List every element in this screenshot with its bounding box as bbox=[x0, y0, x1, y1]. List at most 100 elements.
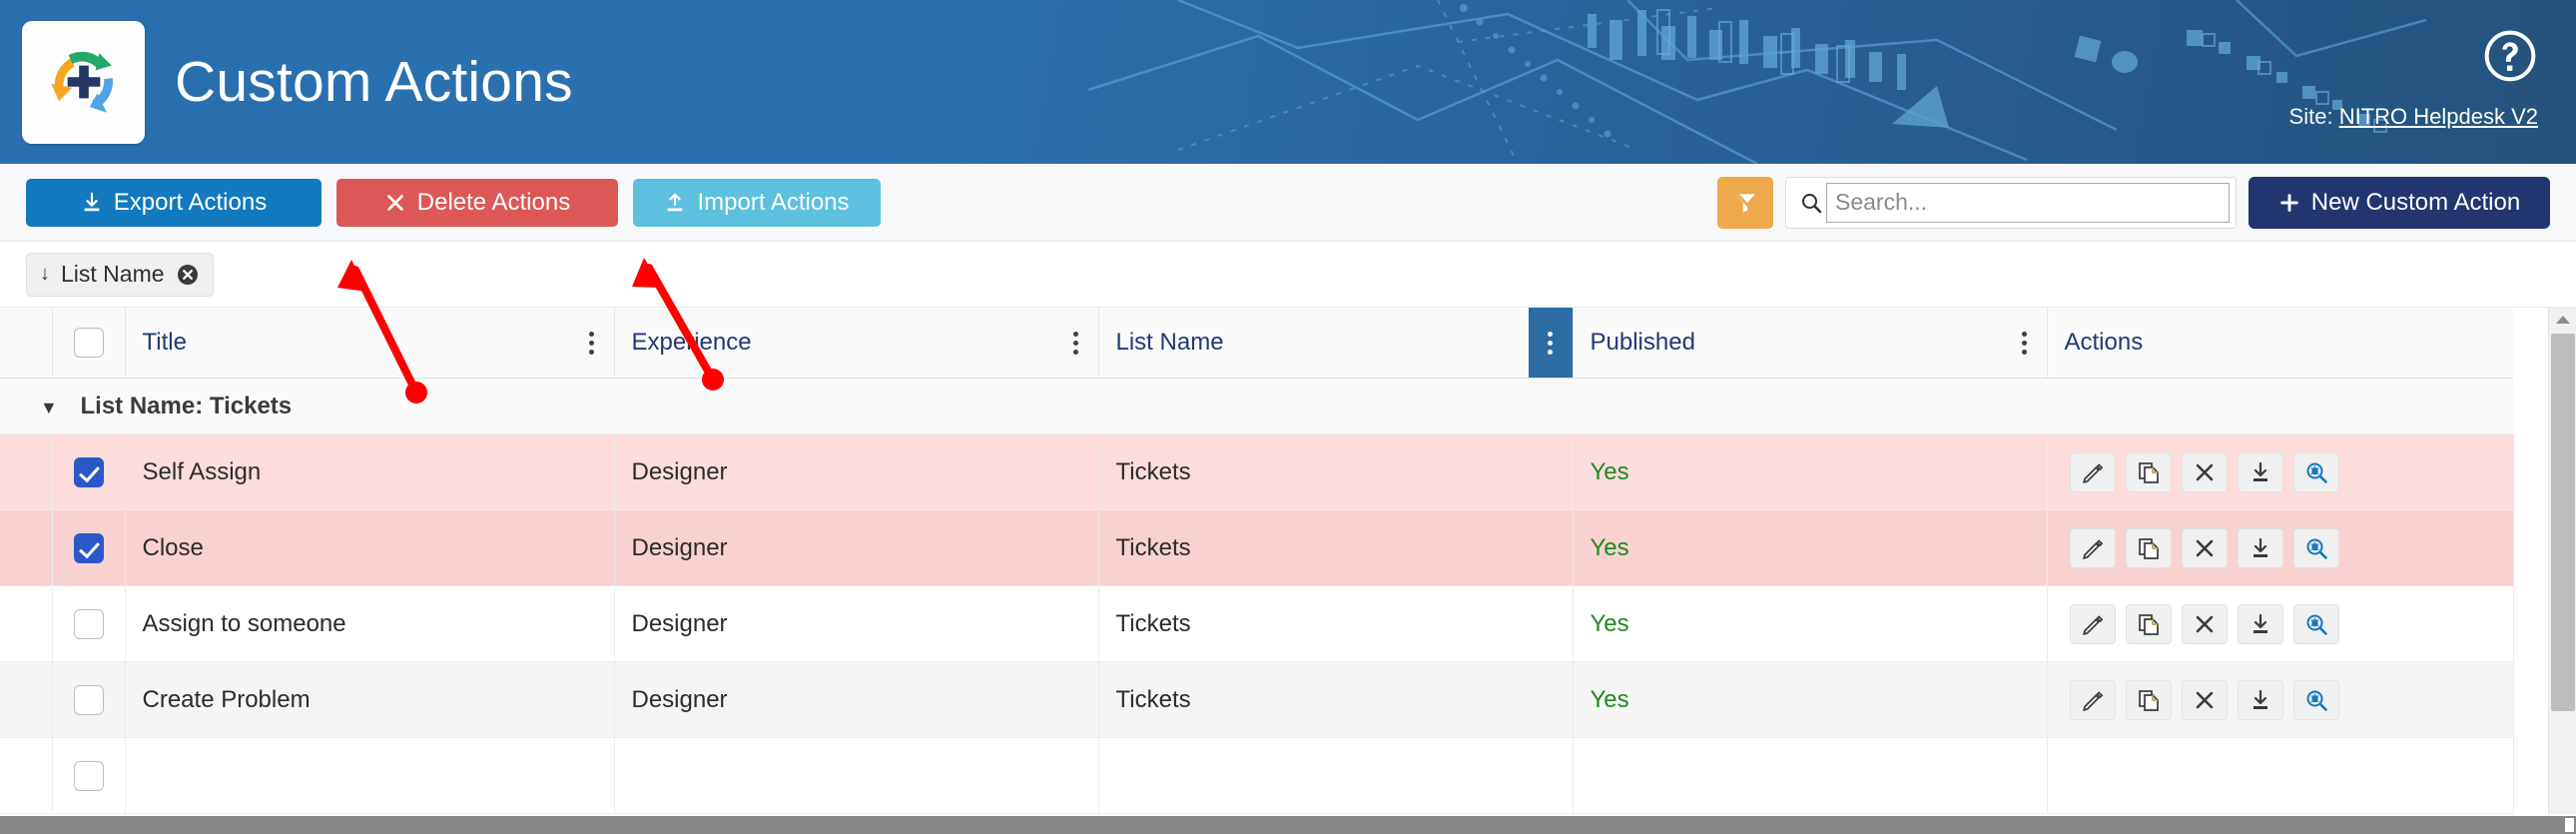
cell-published: Yes bbox=[1573, 585, 2048, 662]
page-title: Custom Actions bbox=[175, 50, 573, 114]
table-header: Title Experience List Name Published Act… bbox=[0, 308, 2513, 379]
export-actions-label: Export Actions bbox=[113, 188, 268, 216]
page-header: Custom Actions Site: NITRO Helpdesk V2 bbox=[0, 0, 2576, 164]
horizontal-scrollbar[interactable] bbox=[0, 816, 2576, 834]
row-select-cell[interactable] bbox=[52, 737, 126, 814]
close-x-icon bbox=[386, 194, 403, 211]
table-row[interactable]: Create Problem Designer Tickets Yes bbox=[0, 661, 2514, 738]
cell-experience: Designer bbox=[614, 661, 1099, 738]
edit-pencil-icon[interactable] bbox=[2069, 679, 2116, 720]
cell-list-name: Tickets bbox=[1098, 509, 1574, 586]
row-checkbox[interactable] bbox=[73, 760, 104, 791]
cell-actions bbox=[2047, 737, 2514, 814]
search-box[interactable] bbox=[1785, 176, 2237, 229]
download-icon[interactable] bbox=[2237, 603, 2283, 644]
edit-pencil-icon[interactable] bbox=[2069, 603, 2116, 644]
row-select-cell[interactable] bbox=[52, 509, 126, 586]
copy-icon[interactable] bbox=[2125, 451, 2172, 492]
scroll-up-arrow-icon[interactable] bbox=[2549, 308, 2576, 332]
circle-x-icon[interactable] bbox=[176, 263, 200, 287]
table-row[interactable] bbox=[0, 737, 2514, 814]
column-header-list-name[interactable]: List Name bbox=[1098, 308, 1574, 379]
table-row[interactable]: Close Designer Tickets Yes bbox=[0, 509, 2514, 586]
delete-x-icon[interactable] bbox=[2181, 603, 2228, 644]
download-icon[interactable] bbox=[2237, 679, 2283, 720]
cell-title bbox=[125, 737, 615, 814]
grid-scroll-container: Title Experience List Name Published Act… bbox=[0, 308, 2576, 814]
group-chip-list-name[interactable]: ↓ List Name bbox=[26, 252, 214, 297]
column-menu-list-name-kebab-menu-icon[interactable] bbox=[1528, 308, 1573, 378]
column-header-title[interactable]: Title bbox=[125, 308, 615, 379]
cell-title: Assign to someone bbox=[125, 585, 615, 662]
vertical-scrollbar-thumb[interactable] bbox=[2551, 334, 2575, 711]
toolbar-right-group: New Custom Action bbox=[1717, 176, 2550, 229]
table-row[interactable]: Self Assign Designer Tickets Yes bbox=[0, 433, 2514, 510]
copy-icon[interactable] bbox=[2125, 603, 2172, 644]
row-action-buttons bbox=[2069, 679, 2513, 720]
row-checkbox[interactable] bbox=[73, 456, 104, 487]
column-menu-published-kebab-menu-icon[interactable] bbox=[2003, 308, 2047, 378]
site-label: Site: NITRO Helpdesk V2 bbox=[2289, 104, 2538, 130]
select-all-checkbox[interactable] bbox=[73, 328, 104, 358]
copy-icon[interactable] bbox=[2125, 679, 2172, 720]
row-checkbox[interactable] bbox=[73, 608, 104, 639]
column-header-handle bbox=[0, 308, 53, 379]
group-header-cell[interactable]: ▼ List Name: Tickets bbox=[0, 378, 2513, 434]
new-custom-action-button[interactable]: New Custom Action bbox=[2249, 176, 2550, 229]
search-input[interactable] bbox=[1826, 182, 2230, 223]
cell-published: Yes bbox=[1573, 661, 2048, 738]
column-header-actions: Actions bbox=[2047, 308, 2513, 379]
debug-search-icon[interactable] bbox=[2292, 527, 2339, 568]
delete-actions-label: Delete Actions bbox=[416, 188, 571, 216]
row-handle bbox=[0, 433, 53, 510]
row-handle bbox=[0, 509, 53, 586]
delete-actions-button[interactable]: Delete Actions bbox=[336, 178, 618, 227]
group-collapse-caret-icon[interactable]: ▼ bbox=[40, 398, 58, 418]
horizontal-scrollbar-thumb[interactable] bbox=[0, 816, 2306, 834]
nitro-custom-actions-logo-icon bbox=[50, 51, 113, 113]
cell-experience: Designer bbox=[614, 433, 1099, 510]
column-menu-experience-kebab-menu-icon[interactable] bbox=[1054, 308, 1098, 378]
row-checkbox[interactable] bbox=[73, 532, 104, 563]
column-menu-title-kebab-menu-icon[interactable] bbox=[570, 308, 614, 378]
cell-list-name: Tickets bbox=[1098, 661, 1574, 738]
import-actions-button[interactable]: Import Actions bbox=[633, 178, 881, 227]
row-select-cell[interactable] bbox=[52, 585, 126, 662]
clear-filter-icon bbox=[1735, 191, 1755, 214]
table-header-row: Title Experience List Name Published Act… bbox=[0, 308, 2513, 379]
clear-filter-button[interactable] bbox=[1717, 176, 1773, 229]
delete-x-icon[interactable] bbox=[2181, 451, 2228, 492]
group-header-row[interactable]: ▼ List Name: Tickets bbox=[0, 378, 2513, 434]
row-select-cell[interactable] bbox=[52, 661, 126, 738]
delete-x-icon[interactable] bbox=[2181, 527, 2228, 568]
sort-descending-arrow-icon: ↓ bbox=[40, 263, 50, 285]
cell-list-name: Tickets bbox=[1098, 585, 1574, 662]
edit-pencil-icon[interactable] bbox=[2069, 451, 2116, 492]
table-row[interactable]: Assign to someone Designer Tickets Yes bbox=[0, 585, 2514, 662]
column-header-experience[interactable]: Experience bbox=[614, 308, 1099, 379]
row-select-cell[interactable] bbox=[52, 433, 126, 510]
help-circle-icon[interactable] bbox=[2482, 28, 2538, 84]
plus-icon bbox=[2279, 193, 2298, 212]
custom-actions-grid: Title Experience List Name Published Act… bbox=[0, 308, 2576, 814]
download-icon[interactable] bbox=[2237, 451, 2283, 492]
cell-actions bbox=[2047, 433, 2514, 510]
export-actions-button[interactable]: Export Actions bbox=[26, 178, 322, 227]
copy-icon[interactable] bbox=[2125, 527, 2172, 568]
delete-x-icon[interactable] bbox=[2181, 679, 2228, 720]
debug-search-icon[interactable] bbox=[2292, 451, 2339, 492]
row-checkbox[interactable] bbox=[73, 684, 104, 715]
debug-search-icon[interactable] bbox=[2292, 603, 2339, 644]
column-header-published[interactable]: Published bbox=[1573, 308, 2048, 379]
debug-search-icon[interactable] bbox=[2292, 679, 2339, 720]
download-icon[interactable] bbox=[2237, 527, 2283, 568]
vertical-scrollbar[interactable] bbox=[2548, 308, 2576, 814]
site-name-link[interactable]: NITRO Helpdesk V2 bbox=[2339, 104, 2538, 129]
cell-published: Yes bbox=[1573, 509, 2048, 586]
app-logo bbox=[22, 20, 145, 144]
new-custom-action-label: New Custom Action bbox=[2310, 188, 2521, 216]
row-handle bbox=[0, 585, 53, 662]
group-chip-label: List Name bbox=[61, 261, 165, 287]
column-header-actions-label: Actions bbox=[2064, 329, 2144, 356]
edit-pencil-icon[interactable] bbox=[2069, 527, 2116, 568]
